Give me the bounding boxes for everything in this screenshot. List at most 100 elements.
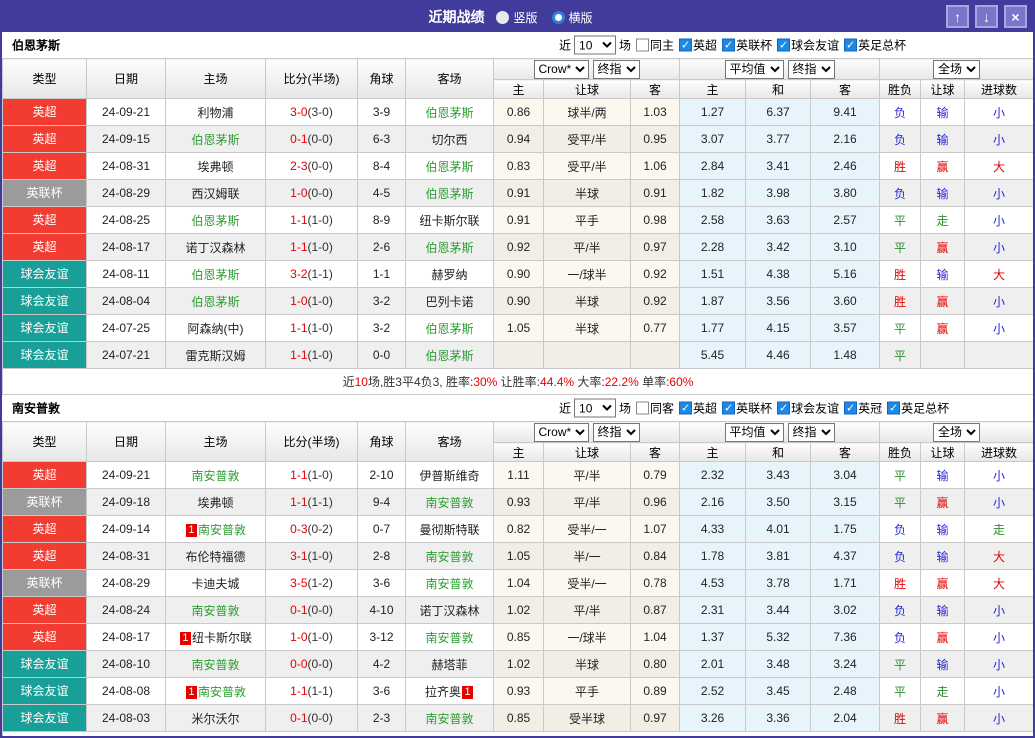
match-date: 24-08-29: [87, 180, 166, 207]
checkbox-icon[interactable]: [636, 402, 649, 415]
scope-select[interactable]: 全场: [933, 423, 980, 442]
scroll-down-button[interactable]: ↓: [975, 5, 998, 28]
sub-column-header: 让球: [544, 80, 631, 99]
league-filter-label: 球会友谊: [791, 37, 839, 54]
avg-away: 7.36: [811, 624, 880, 651]
team-text: 南安普敦: [191, 469, 239, 483]
result-winlose: 平: [880, 678, 921, 705]
result-goals: 小: [965, 624, 1034, 651]
result-goals: 大: [965, 153, 1034, 180]
avg-home: 3.26: [680, 705, 746, 732]
checkbox-icon[interactable]: [636, 39, 649, 52]
league-filter[interactable]: ✓英足总杯: [844, 37, 906, 54]
summary-segment: 大率:: [574, 375, 605, 389]
match-date: 24-08-24: [87, 597, 166, 624]
average-source-select[interactable]: 平均值: [725, 60, 784, 79]
league-filter[interactable]: ✓英冠: [844, 400, 882, 417]
summary-segment: 近: [343, 375, 355, 389]
odds-source-select[interactable]: Crow*: [534, 423, 589, 442]
league-filter[interactable]: ✓英超: [679, 400, 717, 417]
layout-radio-horizontal[interactable]: 横版: [552, 9, 593, 26]
result-winlose: 负: [880, 180, 921, 207]
odds-source-select[interactable]: Crow*: [534, 60, 589, 79]
odds-handicap: [544, 342, 631, 369]
result-winlose: 平: [880, 651, 921, 678]
away-team: 赫塔菲: [406, 651, 494, 678]
filter-bar: 南安普敦 近 10 场 同客 ✓英超✓英联杯✓球会友谊✓英冠✓英足总杯: [2, 395, 1033, 421]
result-handicap: 输: [921, 462, 965, 489]
league-filter[interactable]: ✓英联杯: [722, 37, 772, 54]
layout-radio-vertical[interactable]: 竖版: [496, 9, 537, 26]
avg-draw: 3.50: [746, 489, 811, 516]
checkbox-icon[interactable]: ✓: [844, 39, 857, 52]
checkbox-icon[interactable]: ✓: [844, 402, 857, 415]
league-filter[interactable]: ✓英联杯: [722, 400, 772, 417]
table-row: 球会友谊 24-08-08 1南安普敦 1-1(1-1) 3-6 拉齐奥1 0.…: [3, 678, 1034, 705]
same-venue-filter[interactable]: 同客: [636, 400, 674, 417]
away-team: 伯恩茅斯: [406, 342, 494, 369]
result-handicap: 赢: [921, 570, 965, 597]
result-handicap: 赢: [921, 234, 965, 261]
checkbox-icon[interactable]: ✓: [887, 402, 900, 415]
corner-score: 9-4: [358, 489, 406, 516]
radio-icon[interactable]: [496, 11, 509, 24]
avg-home: 1.51: [680, 261, 746, 288]
league-filter[interactable]: ✓球会友谊: [777, 400, 839, 417]
league-type-badge: 球会友谊: [3, 651, 86, 677]
europe-odds-group: 平均值终指: [680, 59, 880, 80]
half-score: (0-0): [308, 159, 333, 173]
checkbox-icon[interactable]: ✓: [722, 39, 735, 52]
team-text: 曼彻斯特联: [419, 523, 479, 537]
checkbox-icon[interactable]: ✓: [722, 402, 735, 415]
result-winlose: 胜: [880, 153, 921, 180]
odds-time-select[interactable]: 终指: [593, 60, 640, 79]
full-score: 0-1: [290, 132, 307, 146]
checkbox-icon[interactable]: ✓: [679, 39, 692, 52]
league-filter[interactable]: ✓英超: [679, 37, 717, 54]
half-score: (1-0): [308, 468, 333, 482]
average-source-select[interactable]: 平均值: [725, 423, 784, 442]
odds-handicap: 受半球: [544, 705, 631, 732]
match-count-select[interactable]: 10: [574, 36, 616, 55]
sub-column-header: 客: [631, 80, 680, 99]
sub-column-header: 进球数: [965, 80, 1034, 99]
odds-away: 0.79: [631, 462, 680, 489]
average-time-select[interactable]: 终指: [788, 423, 835, 442]
result-handicap: 赢: [921, 624, 965, 651]
avg-draw: 3.36: [746, 705, 811, 732]
avg-away: 5.16: [811, 261, 880, 288]
close-button[interactable]: ×: [1004, 5, 1027, 28]
radio-icon[interactable]: [552, 11, 565, 24]
sub-column-header: 和: [746, 80, 811, 99]
summary-segment: 单率:: [639, 375, 670, 389]
match-date: 24-09-21: [87, 462, 166, 489]
home-team: 布伦特福德: [166, 543, 266, 570]
avg-draw: 4.15: [746, 315, 811, 342]
scope-select[interactable]: 全场: [933, 60, 980, 79]
team-text: 伯恩茅斯: [425, 349, 473, 363]
red-card-badge: 1: [186, 686, 197, 699]
league-filter[interactable]: ✓英足总杯: [887, 400, 949, 417]
away-team: 南安普敦: [406, 543, 494, 570]
odds-handicap: 半/一: [544, 543, 631, 570]
odds-handicap: 平手: [544, 678, 631, 705]
sub-column-header: 主: [680, 80, 746, 99]
odds-handicap: 受平/半: [544, 153, 631, 180]
odds-home: 1.05: [494, 543, 544, 570]
checkbox-icon[interactable]: ✓: [777, 39, 790, 52]
league-filter[interactable]: ✓球会友谊: [777, 37, 839, 54]
result-handicap: 赢: [921, 315, 965, 342]
odds-away: 1.06: [631, 153, 680, 180]
half-score: (1-0): [308, 348, 333, 362]
average-time-select[interactable]: 终指: [788, 60, 835, 79]
sub-column-header: 胜负: [880, 80, 921, 99]
half-score: (1-1): [308, 684, 333, 698]
result-goals: [965, 342, 1034, 369]
odds-time-select[interactable]: 终指: [593, 423, 640, 442]
scroll-up-button[interactable]: ↑: [946, 5, 969, 28]
checkbox-icon[interactable]: ✓: [777, 402, 790, 415]
result-handicap: [921, 342, 965, 369]
same-venue-filter[interactable]: 同主: [636, 37, 674, 54]
match-count-select[interactable]: 10: [574, 399, 616, 418]
checkbox-icon[interactable]: ✓: [679, 402, 692, 415]
